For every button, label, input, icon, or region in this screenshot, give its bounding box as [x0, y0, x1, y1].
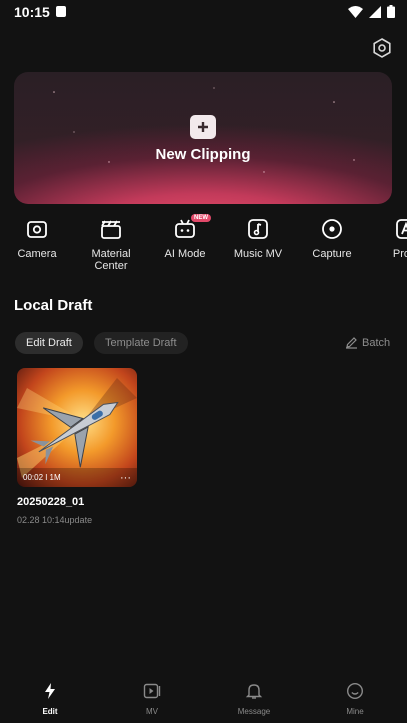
settings-gear-icon[interactable]	[370, 36, 394, 60]
play-icon	[143, 683, 161, 699]
tool-camera[interactable]: Camera	[0, 217, 74, 260]
nav-message[interactable]: Message	[224, 682, 284, 716]
tab-template-draft[interactable]: Template Draft	[94, 332, 188, 354]
more-options-icon[interactable]: ···	[120, 472, 131, 484]
tool-label: Material Center	[91, 248, 131, 272]
tool-label: Camera	[17, 248, 57, 260]
batch-label: Batch	[362, 336, 391, 349]
batch-button[interactable]: Batch	[345, 336, 390, 349]
add-icon	[190, 115, 216, 139]
draft-item[interactable]: 00:02 ǀ 1M ···	[17, 368, 137, 487]
new-clipping-label: New Clipping	[155, 146, 251, 163]
tool-shortcuts: Camera Material Center NEW AI Mode Music…	[0, 214, 407, 277]
notification-app-icon	[56, 6, 66, 17]
nav-label: Edit	[42, 707, 58, 716]
draft-date: 02.28 10:14update	[17, 515, 93, 525]
nav-mine[interactable]: Mine	[325, 682, 385, 716]
tool-music-mv[interactable]: Music MV	[221, 217, 295, 260]
bottom-navigation: Edit MV Message Mine	[0, 678, 407, 723]
tool-prom[interactable]: Prom	[369, 217, 407, 260]
cellular-signal-icon	[369, 5, 381, 18]
new-badge: NEW	[191, 214, 211, 222]
tool-label: Prom	[392, 248, 407, 260]
nav-label: MV	[146, 707, 158, 716]
nav-label: Mine	[346, 707, 364, 716]
tool-material-center[interactable]: Material Center	[74, 217, 148, 272]
status-bar: 10:15	[0, 0, 407, 26]
tool-ai-mode[interactable]: NEW AI Mode	[148, 214, 222, 260]
tab-edit-draft[interactable]: Edit Draft	[15, 332, 83, 354]
nav-edit[interactable]: Edit	[20, 682, 80, 716]
battery-icon	[387, 5, 395, 18]
bell-icon	[245, 684, 263, 699]
nav-mv[interactable]: MV	[122, 682, 182, 716]
local-draft-title: Local Draft	[14, 297, 93, 314]
status-time: 10:15	[14, 4, 50, 20]
bolt-icon	[45, 683, 55, 699]
tool-label: AI Mode	[164, 248, 206, 260]
edit-pencil-icon	[346, 337, 357, 349]
tool-label: Capture	[312, 248, 352, 260]
draft-thumbnail-jet-image	[17, 368, 137, 487]
status-indicators	[348, 5, 395, 18]
tool-capture[interactable]: Capture	[295, 217, 369, 260]
capture-icon	[322, 219, 342, 239]
draft-name: 20250228_01	[17, 496, 85, 508]
music-note-icon	[248, 219, 268, 239]
prompt-icon	[396, 219, 407, 239]
nav-label: Message	[237, 707, 271, 716]
draft-duration: 00:02 ǀ 1M	[23, 473, 61, 482]
tool-label: Music MV	[233, 248, 283, 260]
camera-icon	[27, 221, 47, 238]
wifi-icon	[348, 5, 363, 18]
smiley-icon	[346, 682, 364, 700]
clapperboard-icon	[101, 220, 121, 239]
new-clipping-card[interactable]: New Clipping	[14, 72, 392, 204]
